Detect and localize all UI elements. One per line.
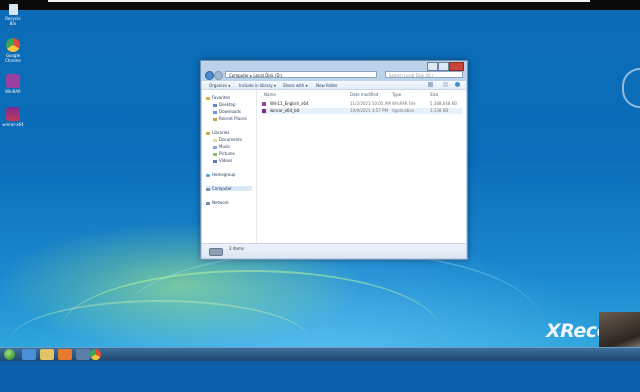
nav-homegroup[interactable]: Homegroup [206, 172, 235, 177]
file-date: 11/2/2021 10:05 AM [350, 101, 391, 106]
documents-icon [213, 138, 217, 142]
back-arrow-icon[interactable] [205, 71, 214, 80]
status-bar: 2 items [202, 243, 466, 258]
drive-icon [209, 248, 223, 256]
computer-icon [206, 187, 210, 191]
column-header-name[interactable]: Name [264, 92, 276, 97]
file-type: Application [392, 108, 415, 113]
forward-arrow-icon[interactable] [214, 71, 223, 80]
table-row[interactable]: Win11_English_x64 11/2/2021 10:05 AM Win… [262, 101, 462, 107]
new-folder-button[interactable]: New folder [316, 83, 338, 88]
share-with-button[interactable]: Share with ▾ [283, 83, 308, 88]
file-type: WinRAR File [392, 101, 416, 106]
title-bar[interactable] [201, 61, 467, 71]
table-row[interactable]: winrar_x64_bit 10/9/2021 3:57 PM Applica… [262, 108, 462, 114]
file-name: Win11_English_x64 [270, 101, 309, 106]
close-button[interactable] [449, 62, 464, 71]
navigation-pane: Favorites Desktop Downloads Recent Place… [202, 90, 257, 243]
desktop-folder-icon [213, 103, 217, 107]
rar-file-icon [262, 102, 266, 106]
column-header-type[interactable]: Type [392, 92, 401, 97]
recent-places-icon [213, 117, 217, 121]
desktop-icon-label: Google Chrome [5, 53, 21, 63]
library-icon [206, 131, 210, 135]
nav-videos[interactable]: Videos [213, 158, 232, 163]
include-in-library-button[interactable]: Include in library ▾ [239, 83, 276, 88]
nav-downloads[interactable]: Downloads [213, 109, 241, 114]
maximize-button[interactable] [438, 62, 449, 71]
winrar-icon [6, 74, 20, 88]
file-name: winrar_x64_bit [270, 108, 300, 113]
nav-libraries[interactable]: Libraries [206, 130, 229, 135]
desktop-icon-label: Recycle Bin [5, 16, 21, 26]
star-icon [206, 96, 210, 100]
address-row: Computer ▸ Local Disk (D:) Search Local … [205, 71, 463, 80]
homegroup-icon [206, 173, 210, 177]
help-icon[interactable] [455, 82, 460, 87]
nav-favorites[interactable]: Favorites [206, 95, 230, 100]
column-header-size[interactable]: Size [430, 92, 438, 97]
folder-icon[interactable] [40, 349, 54, 360]
file-list: Name Date modified Type Size Win11_Engli… [258, 90, 466, 243]
content-area: Favorites Desktop Downloads Recent Place… [202, 90, 466, 243]
nav-music[interactable]: Music [213, 144, 230, 149]
column-header-date[interactable]: Date modified [350, 92, 378, 97]
pictures-icon [213, 152, 217, 156]
search-input[interactable]: Search Local Disk (D:) [385, 71, 463, 78]
network-icon [206, 201, 210, 205]
ie-icon[interactable] [22, 349, 36, 360]
desktop-icon-label: winrar-x64 [2, 122, 24, 127]
downloads-folder-icon [213, 110, 217, 114]
explorer-window: Computer ▸ Local Disk (D:) Search Local … [200, 60, 468, 260]
chrome-taskbar-icon[interactable] [90, 349, 101, 360]
nav-recent-places[interactable]: Recent Places [213, 116, 247, 121]
nav-computer[interactable]: Computer [206, 186, 252, 191]
file-size: 3,338 KB [430, 108, 449, 113]
start-button[interactable] [4, 349, 15, 360]
application-icon [262, 109, 266, 113]
desktop-icon-winrar[interactable]: WinRAR [2, 74, 24, 94]
explorer-task-icon[interactable] [76, 349, 90, 360]
recycle-bin-icon [8, 4, 18, 15]
desktop-icon-label: WinRAR [5, 89, 21, 94]
music-icon [213, 145, 217, 149]
desktop-icon-recycle-bin[interactable]: Recycle Bin [2, 4, 24, 26]
taskbar [0, 347, 640, 361]
item-count: 2 items [229, 246, 244, 251]
installer-icon [6, 107, 20, 121]
command-bar: Organize ▾ Include in library ▾ Share wi… [202, 81, 466, 90]
media-player-icon[interactable] [58, 349, 72, 360]
minimize-button[interactable] [427, 62, 438, 71]
videos-icon [213, 159, 217, 163]
file-size: 5,388,648 KB [430, 101, 457, 106]
chrome-icon [6, 38, 20, 52]
nav-desktop[interactable]: Desktop [213, 102, 236, 107]
view-options-icon[interactable] [428, 82, 433, 87]
address-bar[interactable]: Computer ▸ Local Disk (D:) [225, 71, 377, 78]
preview-pane-icon[interactable] [443, 82, 448, 87]
file-date: 10/9/2021 3:57 PM [350, 108, 388, 113]
nav-network[interactable]: Network [206, 200, 229, 205]
desktop-icon-chrome[interactable]: Google Chrome [2, 38, 24, 63]
desktop-icon-winrar-installer[interactable]: winrar-x64 [2, 107, 24, 127]
organize-button[interactable]: Organize ▾ [209, 83, 230, 88]
nav-documents[interactable]: Documents [213, 137, 242, 142]
top-white-strip [48, 0, 590, 2]
nav-pictures[interactable]: Pictures [213, 151, 235, 156]
